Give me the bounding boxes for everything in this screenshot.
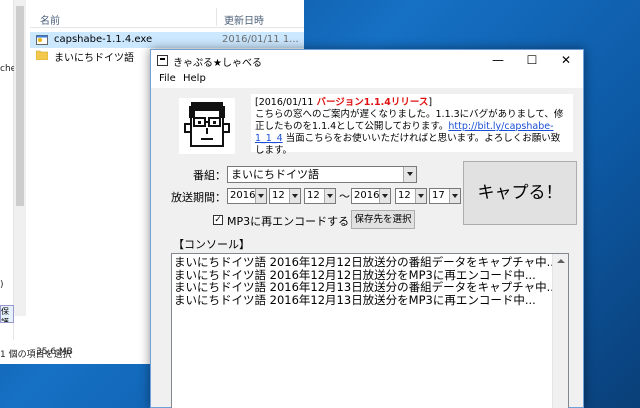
console-line: まいにちドイツ語 2016年12月12日放送分の番組データをキャプチャ中... [174,256,552,269]
close-button[interactable]: ✕ [549,50,583,70]
start-day-select[interactable]: 12 [304,188,336,204]
mp3-reencode-checkbox[interactable]: ✓ [213,215,223,225]
window-title: きゃぷる★しゃべる [173,58,262,69]
console-log[interactable]: まいにちドイツ語 2016年12月12日放送分の番組データをキャプチャ中... … [171,253,569,408]
bangumi-label: 番組： [193,169,226,182]
scrollbar-thumb[interactable] [16,6,24,206]
capshabe-window: きゃぷる★しゃべる — ☐ ✕ File Help [2016/01/11 バー… [150,49,584,408]
chevron-down-icon[interactable] [324,189,335,203]
end-year-select[interactable]: 2016 [351,188,391,204]
chevron-down-icon[interactable] [255,189,266,203]
info-date: [2016/01/11 [255,97,317,108]
chevron-down-icon[interactable] [289,189,300,203]
start-day-value: 12 [307,190,320,201]
menu-bar: File Help [151,70,583,88]
file-name: capshabe-1.1.4.exe [54,34,153,45]
scroll-up-icon[interactable] [557,259,565,263]
period-separator: ～ [339,190,350,203]
column-date-header[interactable]: 更新日時 [224,12,264,27]
capture-button[interactable]: キャプる！ [463,161,577,225]
bangumi-value: まいにちドイツ語 [231,168,319,181]
info-bracket: ] [428,97,433,108]
start-year-select[interactable]: 2016 [227,188,267,204]
end-month-select[interactable]: 12 [395,188,427,204]
end-month-value: 12 [398,190,411,201]
end-day-value: 17 [432,190,445,201]
console-line: まいにちドイツ語 2016年12月13日放送分をMP3に再エンコード中... [174,292,536,306]
bangumi-select[interactable]: まいにちドイツ語 [227,166,417,183]
start-month-select[interactable]: 12 [269,188,301,204]
chevron-down-icon[interactable] [449,189,460,203]
console-lines: まいにちドイツ語 2016年12月12日放送分の番組データをキャプチャ中... … [174,256,552,306]
console-label: 【コンソール】 [173,238,250,251]
exe-file-icon [36,35,48,45]
period-label: 放送期間： [171,191,226,204]
column-separator[interactable] [216,8,217,26]
file-list-header: 名前 更新日時 [30,8,304,28]
column-name-header[interactable]: 名前 [40,12,60,27]
mp3-reencode-label[interactable]: MP3に再エンコードする [227,213,349,229]
maximize-button[interactable]: ☐ [515,50,549,70]
title-bar[interactable]: きゃぷる★しゃべる — ☐ ✕ [151,50,583,70]
nav-protect-button[interactable]: 保護 [0,305,14,323]
info-message-cont: 当面こちらをお使いいただければと思います。よろしくお願い致します。 [255,133,561,156]
start-month-value: 12 [272,190,285,201]
nav-scrollbar[interactable] [14,0,26,316]
file-date: 2016/01/11 1... [222,34,299,45]
console-line: まいにちドイツ語 2016年12月13日放送分の番組データをキャプチャ中... [174,280,552,294]
start-year-value: 2016 [230,190,256,201]
minimize-button[interactable]: — [481,50,515,70]
author-face-icon [179,98,235,154]
chevron-down-icon[interactable] [379,189,390,203]
release-info: [2016/01/11 バージョン1.1.4リリース] こちらの窓へのご案内が遅… [251,94,573,156]
chevron-down-icon[interactable] [403,167,416,182]
console-scrollbar[interactable] [552,254,568,408]
folder-icon [36,50,48,60]
end-year-value: 2016 [354,190,380,201]
select-save-folder-button[interactable]: 保存先を選択 [351,210,415,229]
chevron-down-icon[interactable] [415,189,426,203]
nav-fragment: ) [0,280,4,290]
file-name: まいにちドイツ語 [54,53,134,64]
end-day-select[interactable]: 17 [429,188,461,204]
info-version: バージョン1.1.4リリース [316,97,429,108]
menu-help[interactable]: Help [183,73,206,84]
app-icon [157,55,168,66]
selection-size: 35.6 MB [36,347,73,357]
file-row[interactable]: capshabe-1.1.4.exe 2016/01/11 1... [30,32,304,48]
menu-file[interactable]: File [159,73,176,84]
